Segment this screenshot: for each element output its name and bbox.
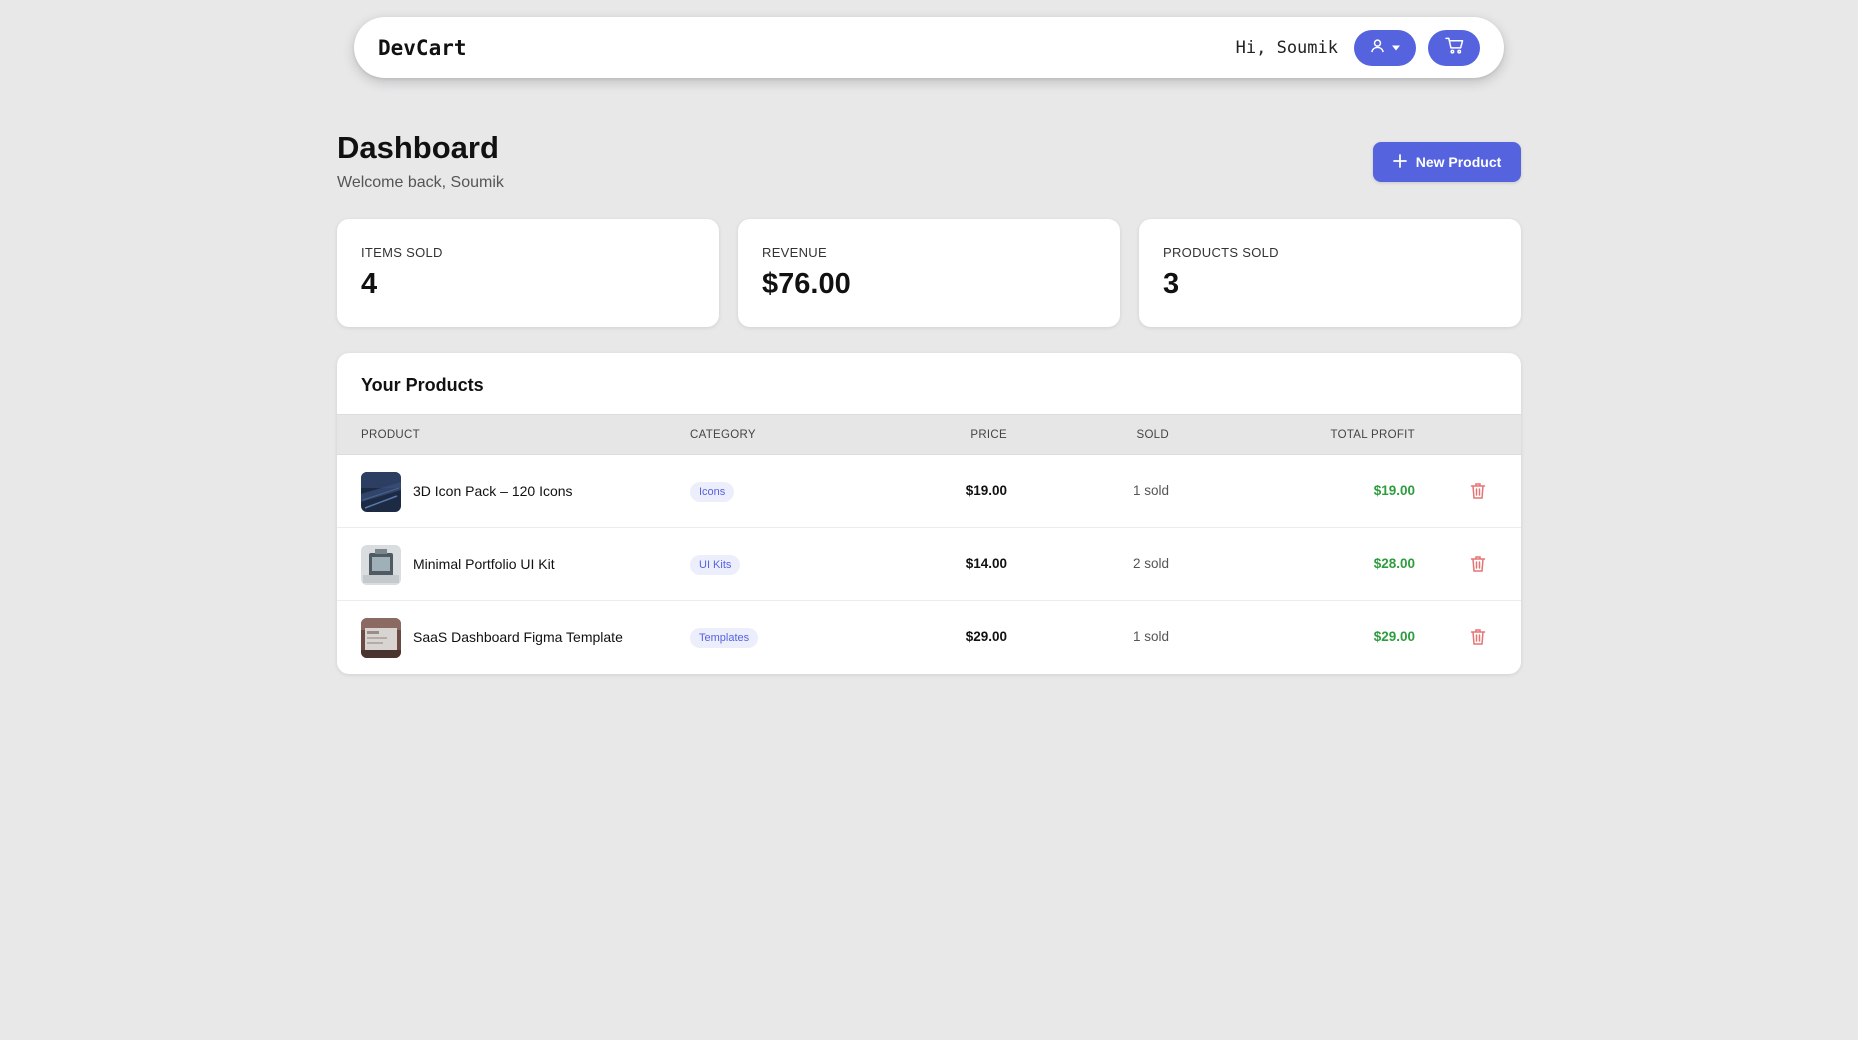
product-thumbnail — [361, 545, 401, 585]
table-header: PRODUCT CATEGORY PRICE SOLD TOTAL PROFIT — [337, 414, 1521, 455]
table-row: SaaS Dashboard Figma Template Templates … — [337, 601, 1521, 674]
stat-value: 3 — [1163, 268, 1180, 300]
product-price: $29.00 — [965, 629, 1007, 644]
stat-value: $76.00 — [762, 268, 851, 300]
stat-card-revenue: REVENUE $76.00 — [738, 219, 1120, 327]
new-product-label: New Product — [1415, 154, 1502, 170]
trash-icon[interactable] — [1470, 482, 1486, 500]
product-thumbnail — [361, 618, 401, 658]
user-icon — [1370, 38, 1385, 58]
table-row: 3D Icon Pack – 120 Icons Icons $19.00 1 … — [337, 455, 1521, 528]
table-row: Minimal Portfolio UI Kit UI Kits $14.00 … — [337, 528, 1521, 601]
top-navbar: DevCart Hi, Soumik — [354, 17, 1504, 78]
page-subtitle: Welcome back, Soumik — [337, 174, 504, 191]
category-badge: UI Kits — [690, 555, 741, 575]
stat-value: 4 — [361, 268, 378, 300]
navbar-actions: Hi, Soumik — [1235, 29, 1480, 66]
user-menu-button[interactable] — [1354, 29, 1416, 66]
product-name[interactable]: Minimal Portfolio UI Kit — [413, 556, 555, 572]
category-badge: Icons — [690, 482, 735, 502]
product-total-profit: $28.00 — [1373, 556, 1415, 571]
product-sold-count: 2 sold — [1132, 556, 1169, 571]
product-name[interactable]: 3D Icon Pack – 120 Icons — [413, 483, 573, 499]
product-sold-count: 1 sold — [1132, 629, 1169, 644]
cart-icon — [1444, 37, 1464, 59]
product-sold-count: 1 sold — [1132, 483, 1169, 498]
column-header-price: PRICE — [970, 429, 1007, 441]
stat-card-items-sold: ITEMS SOLD 4 — [337, 219, 719, 327]
page-title: Dashboard — [337, 130, 499, 165]
column-header-product: PRODUCT — [361, 429, 420, 441]
product-price: $19.00 — [965, 483, 1007, 498]
category-badge: Templates — [690, 628, 759, 648]
column-header-total-profit: TOTAL PROFIT — [1330, 429, 1415, 441]
product-thumbnail — [361, 472, 401, 512]
column-header-sold: SOLD — [1136, 429, 1169, 441]
stat-label: REVENUE — [762, 245, 827, 260]
trash-icon[interactable] — [1470, 628, 1486, 646]
stat-label: ITEMS SOLD — [361, 245, 443, 260]
user-greeting: Hi, Soumik — [1235, 37, 1338, 58]
caret-down-icon — [1391, 39, 1401, 57]
stat-card-products-sold: PRODUCTS SOLD 3 — [1139, 219, 1521, 327]
stat-label: PRODUCTS SOLD — [1163, 245, 1279, 260]
products-title: Your Products — [361, 375, 484, 395]
trash-icon[interactable] — [1470, 555, 1486, 573]
plus-icon — [1392, 153, 1407, 171]
product-name[interactable]: SaaS Dashboard Figma Template — [413, 629, 623, 645]
products-table-card: Your Products PRODUCT CATEGORY PRICE SOL… — [337, 353, 1521, 674]
column-header-category: CATEGORY — [690, 429, 756, 441]
product-total-profit: $19.00 — [1373, 483, 1415, 498]
brand-logo[interactable]: DevCart — [378, 36, 467, 60]
product-price: $14.00 — [965, 556, 1007, 571]
new-product-button[interactable]: New Product — [1373, 142, 1521, 182]
cart-button[interactable] — [1428, 29, 1480, 66]
product-total-profit: $29.00 — [1373, 629, 1415, 644]
